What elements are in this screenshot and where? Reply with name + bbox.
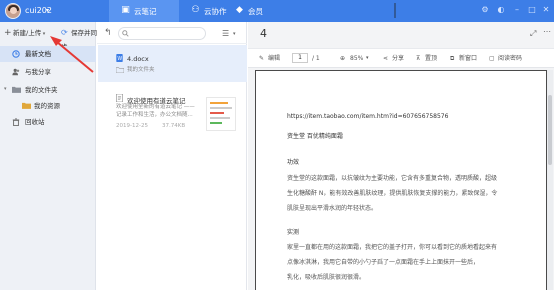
page-total: / 1 bbox=[312, 55, 320, 62]
page-number-input[interactable]: 1 bbox=[292, 53, 308, 63]
edit-icon: ✎ bbox=[259, 55, 265, 62]
save-sync-button[interactable]: ⟳保存并同步 bbox=[61, 26, 101, 51]
new-upload-label: 新建/上传 bbox=[13, 29, 42, 37]
plus-icon: + bbox=[4, 28, 12, 38]
back-icon[interactable]: ↰ bbox=[104, 28, 112, 38]
note-icon: ▣ bbox=[121, 5, 130, 15]
doc-line: 肌肤呈现出平滑水润的年轻状态。 bbox=[287, 205, 378, 212]
collab-icon: ⚇ bbox=[191, 5, 200, 15]
list-item-folder: 我的文件夹 bbox=[127, 67, 155, 73]
chevron-down-icon[interactable]: ▾ bbox=[233, 31, 236, 37]
note-thumbnail bbox=[206, 97, 236, 131]
new-window-icon: ⧉ bbox=[450, 55, 455, 62]
maximize-icon[interactable]: □ bbox=[527, 5, 537, 15]
doc-line-url: https://item.taobao.com/item.htm?id=6076… bbox=[287, 113, 449, 120]
top-bar bbox=[0, 0, 554, 22]
list-item-desc: 欢迎使用全新的有道云笔记 —— bbox=[116, 104, 195, 110]
zoom-icon: ⊕ bbox=[340, 55, 346, 62]
doc-line-product: 资生堂 百优精纯面霜 bbox=[287, 133, 343, 140]
search-input[interactable] bbox=[118, 27, 206, 40]
trash-icon bbox=[12, 118, 20, 126]
doc-line: 家里一直都在用的这款面霜，我把它的盖子打开，你可以看到它的质地看起来有 bbox=[287, 244, 498, 251]
list-item-title: 4.docx bbox=[127, 55, 149, 63]
tab-label-cloud-notes[interactable]: 云笔记 bbox=[134, 6, 157, 17]
new-window-button[interactable]: 新窗口 bbox=[459, 54, 477, 63]
chevron-down-icon: ▾ bbox=[41, 31, 46, 37]
tab-label-vip[interactable]: 会员 bbox=[248, 6, 263, 17]
sync-icon: ⟳ bbox=[61, 28, 68, 37]
note-file-icon bbox=[116, 94, 123, 102]
lock-icon: ▢ bbox=[489, 55, 495, 62]
doc-heading-test: 实测 bbox=[287, 229, 300, 236]
share-people-icon bbox=[12, 68, 20, 76]
chevron-down-icon[interactable]: ▾ bbox=[4, 86, 7, 92]
minimize-icon[interactable]: – bbox=[512, 5, 522, 15]
diamond-icon: ◆ bbox=[236, 5, 243, 15]
doc-heading-effect: 功效 bbox=[287, 159, 300, 166]
doc-line: 资生堂的这款面霜，以抗皱纹为主要功能，它含有多重复合物，透明质酸，超级 bbox=[287, 175, 498, 182]
share-button[interactable]: 分享 bbox=[392, 54, 404, 63]
document-title[interactable]: 4 bbox=[260, 27, 267, 40]
chevron-down-icon[interactable]: ▾ bbox=[46, 7, 49, 14]
pin-top-button[interactable]: 置顶 bbox=[425, 54, 437, 63]
avatar[interactable] bbox=[5, 3, 21, 19]
close-icon[interactable]: ✕ bbox=[541, 5, 551, 15]
doc-line: 生化糖酸酐 N，能有效改善肌肤纹理，提供肌肤恢复支撑的能力，紧致保湿，令 bbox=[287, 190, 498, 197]
search-icon bbox=[122, 30, 129, 37]
doc-line: 点像冰淇淋，我用它自带的小勺子舀了一点面霜在手上上面抹开一些后， bbox=[287, 259, 480, 266]
doc-line: 乳化，吸收后肌肤很润很滑。 bbox=[287, 274, 366, 281]
list-item[interactable] bbox=[98, 45, 247, 82]
folder-icon bbox=[12, 86, 21, 93]
tab-label-collab[interactable]: 云协作 bbox=[204, 6, 227, 17]
share-icon: ⋖ bbox=[383, 55, 389, 62]
skin-icon[interactable]: ◐ bbox=[496, 5, 506, 15]
read-password-button[interactable]: 阅读密码 bbox=[498, 54, 522, 63]
folder-icon bbox=[22, 102, 31, 109]
folder-icon bbox=[116, 67, 124, 73]
word-doc-icon: W bbox=[116, 54, 123, 62]
edit-button[interactable]: 编辑 bbox=[268, 54, 280, 63]
list-item-size: 37.74KB bbox=[162, 123, 186, 129]
pin-icon: ⊼ bbox=[416, 55, 421, 62]
gear-icon[interactable]: ⚙ bbox=[480, 5, 490, 15]
svg-text:W: W bbox=[117, 56, 122, 62]
new-upload-button[interactable]: +新建/上传 ▾ bbox=[4, 26, 52, 40]
more-icon[interactable]: ⋯ bbox=[543, 27, 551, 36]
sidebar bbox=[0, 22, 96, 290]
chevron-down-icon[interactable]: ▾ bbox=[366, 54, 369, 63]
list-item-desc: 记录工作和生活，办公文档随... bbox=[116, 112, 193, 118]
zoom-level[interactable]: 85% bbox=[350, 54, 363, 63]
clock-icon bbox=[12, 50, 20, 58]
fullscreen-icon[interactable]: ⤢ bbox=[530, 29, 536, 39]
scrollbar-thumb[interactable] bbox=[548, 95, 552, 165]
list-sort-icon[interactable]: ☰ bbox=[222, 29, 229, 38]
list-item-date: 2019-12-25 bbox=[116, 123, 148, 129]
